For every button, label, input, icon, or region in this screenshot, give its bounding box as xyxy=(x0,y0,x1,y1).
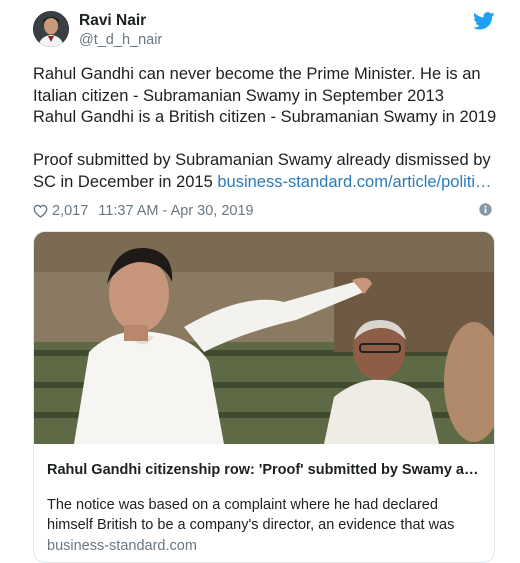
tweet-text-prefix: SC in December in 2015 xyxy=(33,172,218,191)
twitter-bird-icon[interactable] xyxy=(473,12,495,30)
tweet-text-line: SC in December in 2015 business-standard… xyxy=(33,172,503,194)
tweet-meta: 2,017 11:37 AM - Apr 30, 2019 xyxy=(33,202,254,220)
info-icon[interactable] xyxy=(479,203,492,216)
heart-icon[interactable] xyxy=(33,204,48,218)
card-domain[interactable]: business-standard.com xyxy=(47,538,197,554)
card-description-line: The notice was based on a complaint wher… xyxy=(47,497,438,513)
tweet-text-line: Rahul Gandhi can never become the Prime … xyxy=(33,65,481,83)
card-title[interactable]: Rahul Gandhi citizenship row: 'Proof' su… xyxy=(47,444,483,479)
like-count[interactable]: 2,017 xyxy=(52,203,88,219)
avatar[interactable] xyxy=(33,11,69,47)
tweet-timestamp[interactable]: 11:37 AM - Apr 30, 2019 xyxy=(98,203,253,219)
author-name[interactable]: Ravi Nair xyxy=(79,12,146,30)
link-preview-card[interactable]: Rahul Gandhi citizenship row: 'Proof' su… xyxy=(33,231,495,563)
tweet-text-line: Rahul Gandhi is a British citizen - Subr… xyxy=(33,108,497,126)
article-photo[interactable] xyxy=(34,232,494,444)
tweet-text-line: Proof submitted by Subramanian Swamy alr… xyxy=(33,151,491,169)
author-handle[interactable]: @t_d_h_nair xyxy=(79,32,162,48)
article-link[interactable]: business-standard.com/article/politi… xyxy=(217,173,491,191)
embedded-tweet: Ravi Nair @t_d_h_nair Rahul Gandhi can n… xyxy=(0,0,520,563)
card-description: The notice was based on a complaint wher… xyxy=(47,495,483,535)
card-description-line: himself British to be a company's direct… xyxy=(47,517,455,533)
tweet-text: Rahul Gandhi can never become the Prime … xyxy=(33,64,503,193)
tweet-text-line: Italian citizen - Subramanian Swamy in S… xyxy=(33,86,444,105)
